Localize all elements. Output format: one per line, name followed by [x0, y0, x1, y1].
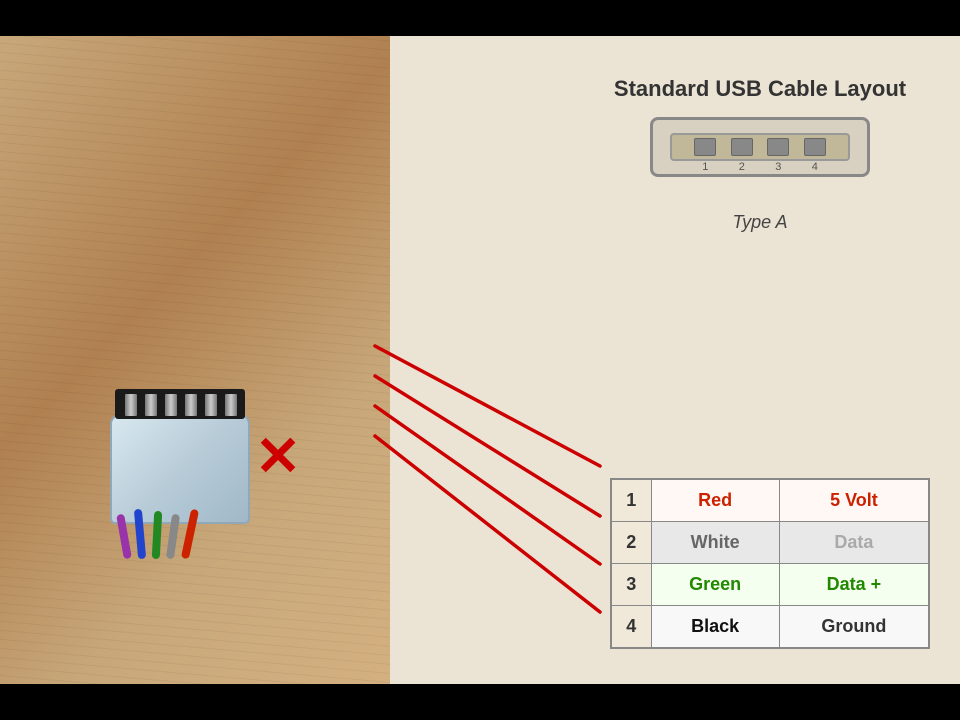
pin-color-3: Green — [651, 564, 779, 606]
pin-color-4: Black — [651, 606, 779, 649]
pin-color-1: Red — [651, 479, 779, 522]
pin-color-2: White — [651, 522, 779, 564]
usb-device — [80, 364, 280, 564]
main-container: ✕ Standard USB Cable Layout 1 2 — [0, 0, 960, 720]
black-bar-top — [0, 0, 960, 36]
pin-func-4: Ground — [779, 606, 929, 649]
pin-1-label: 1 — [702, 161, 708, 173]
pin-func-2: Data — [779, 522, 929, 564]
red-x-mark: ✕ — [255, 429, 315, 489]
usb-connector-outer: 1 2 3 4 — [650, 117, 870, 177]
black-bar-bottom — [0, 684, 960, 720]
connector-pin-2: 2 — [731, 138, 753, 156]
pin-func-1: 5 Volt — [779, 479, 929, 522]
wood-texture — [0, 36, 390, 684]
table-row-1: 1 Red 5 Volt — [611, 479, 929, 522]
connector-pin-3: 3 — [767, 138, 789, 156]
connector-pin-4: 4 — [804, 138, 826, 156]
pin-table: 1 Red 5 Volt 2 White Data 3 Green Data + — [610, 478, 930, 649]
type-label: Type A — [600, 212, 920, 233]
content-area: ✕ Standard USB Cable Layout 1 2 — [0, 36, 960, 684]
table-row-2: 2 White Data — [611, 522, 929, 564]
pin-4-label: 4 — [812, 161, 818, 173]
usb-connector-inner: 1 2 3 4 — [670, 133, 850, 161]
pin-2-label: 2 — [739, 161, 745, 173]
pin-3-label: 3 — [775, 161, 781, 173]
pin-num-1: 1 — [611, 479, 651, 522]
pin-num-3: 3 — [611, 564, 651, 606]
pin-func-3: Data + — [779, 564, 929, 606]
pin-num-2: 2 — [611, 522, 651, 564]
table-row-3: 3 Green Data + — [611, 564, 929, 606]
pin-num-4: 4 — [611, 606, 651, 649]
photo-section: ✕ — [0, 36, 390, 684]
diagram-title: Standard USB Cable Layout — [600, 76, 920, 102]
table-row-4: 4 Black Ground — [611, 606, 929, 649]
connector-pin-1: 1 — [694, 138, 716, 156]
usb-type-a-diagram: 1 2 3 4 — [650, 117, 870, 187]
usb-diagram-area: Standard USB Cable Layout 1 2 3 — [600, 76, 920, 233]
info-section: Standard USB Cable Layout 1 2 3 — [390, 36, 960, 684]
